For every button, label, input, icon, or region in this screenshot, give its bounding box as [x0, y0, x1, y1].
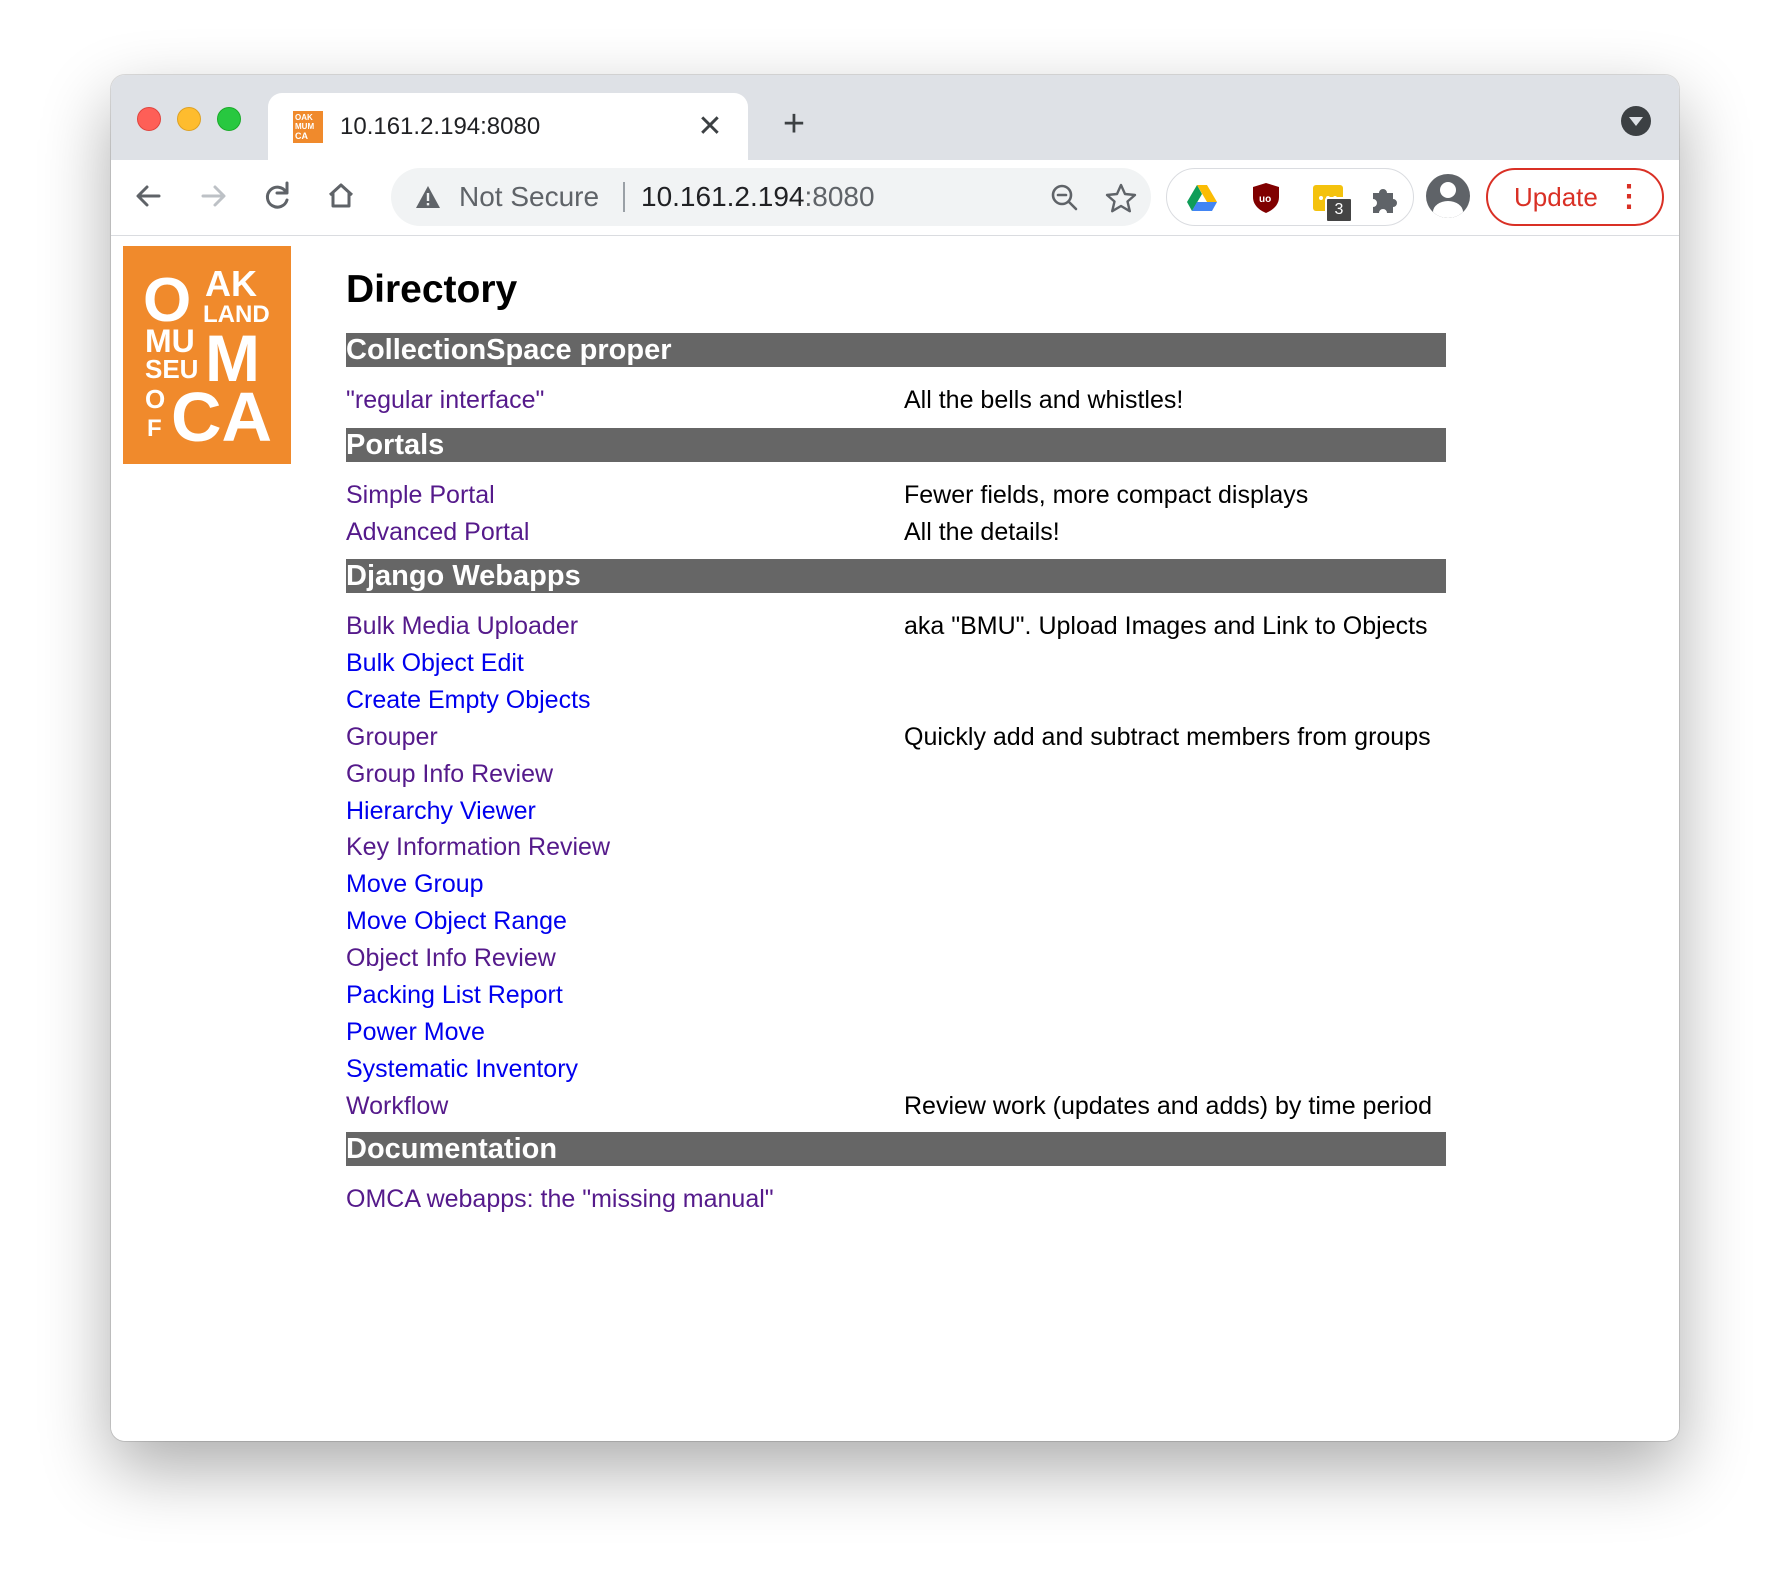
back-arrow-icon[interactable] — [125, 172, 173, 220]
directory-row: Workflow Review work (updates and adds) b… — [346, 1086, 1456, 1126]
url-port: :8080 — [804, 181, 875, 212]
directory-description: Fewer fields, more compact displays — [904, 481, 1309, 509]
browser-window: OAK MUM CA 10.161.2.194:8080 ✕ + Not Sec… — [111, 75, 1679, 1441]
section-heading: Documentation — [346, 1132, 1446, 1166]
directory-link[interactable]: OMCA webapps: the "missing manual" — [346, 1179, 774, 1219]
directory-link[interactable]: Power Move — [346, 1012, 485, 1052]
security-label[interactable]: Not Secure — [459, 180, 599, 214]
zoom-out-icon[interactable] — [1047, 180, 1083, 216]
toolbar: Not Secure 10.161.2.194:8080 uo 3 Update… — [111, 160, 1679, 236]
svg-text:CA: CA — [295, 131, 308, 141]
url-host: 10.161.2.194 — [641, 181, 805, 212]
directory-row: Bulk Media Uploader aka "BMU". Upload Ima… — [346, 606, 1456, 646]
directory-link[interactable]: Hierarchy Viewer — [346, 791, 536, 831]
directory-link[interactable]: Group Info Review — [346, 754, 553, 794]
google-drive-icon[interactable] — [1185, 181, 1219, 215]
url-text[interactable]: 10.161.2.194:8080 — [641, 180, 875, 214]
directory-link[interactable]: Workflow — [346, 1086, 448, 1126]
warning-icon[interactable] — [413, 182, 443, 212]
directory-link[interactable]: Key Information Review — [346, 827, 610, 867]
directory-description: All the details! — [904, 517, 1060, 546]
yellow-extension-icon[interactable]: 3 — [1311, 181, 1353, 223]
directory-row: OMCA webapps: the "missing manual" — [346, 1179, 1456, 1219]
directory-row: Key Information Review — [346, 827, 1456, 867]
directory-description: Review work (updates and adds) by time p… — [904, 1091, 1433, 1120]
puzzle-extensions-icon[interactable] — [1367, 181, 1401, 215]
omca-favicon-icon: OAK MUM CA — [293, 111, 323, 143]
directory-link[interactable]: Advanced Portal — [346, 512, 529, 552]
update-label: Update — [1514, 182, 1598, 212]
ublock-shield-icon[interactable]: uo — [1249, 181, 1283, 215]
directory-link[interactable]: Move Group — [346, 864, 484, 904]
directory-link[interactable]: Bulk Media Uploader — [346, 606, 578, 646]
directory-link[interactable]: Grouper — [346, 717, 438, 757]
new-tab-button[interactable]: + — [771, 101, 817, 147]
kebab-menu-icon[interactable]: ⋮ — [1614, 170, 1644, 224]
directory-row: "regular interface" All the bells and whi… — [346, 380, 1456, 420]
section-heading: Portals — [346, 428, 1446, 462]
directory-row: Simple Portal Fewer fields, more compact … — [346, 475, 1456, 515]
extension-badge: 3 — [1325, 197, 1353, 223]
directory-link[interactable]: "regular interface" — [346, 380, 544, 420]
star-icon[interactable] — [1103, 180, 1139, 216]
directory-description: Quickly add and subtract members from gr… — [904, 722, 1431, 751]
directory-description: All the bells and whistles! — [904, 386, 1184, 414]
maximize-window-button[interactable] — [217, 107, 241, 131]
omca-logo: O AK LAND MU SEU M O F CA — [123, 246, 291, 464]
directory-description: aka "BMU". Upload Images and Link to Obj… — [904, 612, 1428, 640]
directory-link[interactable]: Packing List Report — [346, 975, 563, 1015]
directory-link[interactable]: Systematic Inventory — [346, 1049, 578, 1089]
directory-link[interactable]: Move Object Range — [346, 901, 567, 941]
directory-row: Object Info Review — [346, 938, 1456, 978]
section-heading: CollectionSpace proper — [346, 333, 1446, 367]
logo-text-ak: AK — [205, 263, 257, 304]
directory-row: Advanced Portal All the details! — [346, 512, 1456, 552]
forward-arrow-icon[interactable] — [189, 172, 237, 220]
tab-strip: OAK MUM CA 10.161.2.194:8080 ✕ + — [111, 75, 1679, 160]
active-tab[interactable]: OAK MUM CA 10.161.2.194:8080 ✕ — [268, 93, 748, 160]
logo-text-f: F — [147, 415, 162, 442]
home-icon[interactable] — [317, 172, 365, 220]
directory-row: Grouper Quickly add and subtract members … — [346, 717, 1456, 757]
address-bar[interactable]: Not Secure 10.161.2.194:8080 — [391, 168, 1151, 226]
directory-row: Power Move — [346, 1012, 1456, 1052]
section-heading: Django Webapps — [346, 559, 1446, 593]
directory-row: Systematic Inventory — [346, 1049, 1456, 1089]
close-window-button[interactable] — [137, 107, 161, 131]
directory-row: Packing List Report — [346, 975, 1456, 1015]
logo-text-o2: O — [145, 384, 165, 414]
minimize-window-button[interactable] — [177, 107, 201, 131]
update-button[interactable]: Update ⋮ — [1486, 168, 1664, 226]
directory-row: Move Group — [346, 864, 1456, 904]
directory-link[interactable]: Create Empty Objects — [346, 680, 591, 720]
svg-text:uo: uo — [1259, 194, 1271, 205]
directory-link[interactable]: Simple Portal — [346, 475, 495, 515]
reload-icon[interactable] — [253, 172, 301, 220]
directory-row: Move Object Range — [346, 901, 1456, 941]
directory-row: Hierarchy Viewer — [346, 791, 1456, 831]
directory-row: Group Info Review — [346, 754, 1456, 794]
directory-link[interactable]: Object Info Review — [346, 938, 556, 978]
directory-link[interactable]: Bulk Object Edit — [346, 643, 524, 683]
tab-search-icon[interactable] — [1621, 106, 1651, 136]
directory-row: Bulk Object Edit — [346, 643, 1456, 683]
logo-text-ca: CA — [171, 378, 272, 456]
svg-text:MUM: MUM — [295, 122, 314, 131]
page-content: O AK LAND MU SEU M O F CA Directory Coll… — [111, 236, 1679, 1441]
svg-text:OAK: OAK — [295, 113, 313, 122]
extensions-group: uo 3 — [1166, 168, 1414, 226]
profile-avatar-icon[interactable] — [1426, 174, 1470, 218]
omnibox-divider — [623, 182, 625, 212]
page-title: Directory — [346, 268, 518, 311]
tab-close-icon[interactable]: ✕ — [690, 107, 730, 147]
tab-title: 10.161.2.194:8080 — [340, 113, 541, 140]
directory-row: Create Empty Objects — [346, 680, 1456, 720]
